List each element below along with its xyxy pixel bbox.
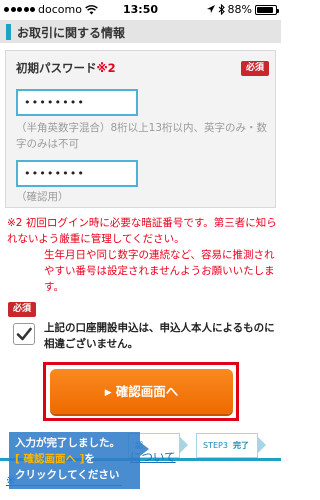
tooltip-line-2: [ 確認画面へ ]を	[15, 451, 134, 467]
confirm-button-label: 確認画面へ	[115, 384, 179, 399]
required-badge: 必須	[240, 61, 269, 76]
location-icon	[206, 4, 215, 13]
password-field[interactable]: ••••••••	[16, 89, 138, 116]
step-3-label: 完了	[233, 441, 250, 450]
consent-required-badge: 必須	[8, 302, 37, 317]
battery-percent: 88%	[227, 3, 252, 16]
battery-icon	[255, 4, 279, 15]
step-arrow-icon	[258, 437, 266, 453]
tooltip-highlight: [ 確認画面へ ]	[15, 453, 85, 465]
password-confirm-hint: （確認用）	[16, 191, 69, 203]
checkmark-icon	[16, 327, 32, 341]
tooltip-line-2-rest: を	[84, 453, 95, 465]
password-box: 初期パスワード※2 必須 •••••••• （半角英数字混合）8桁以上13桁以内…	[5, 50, 276, 208]
section-title: お取引に関する情報	[17, 26, 126, 40]
confirm-button[interactable]: ▶ 確認画面へ	[50, 369, 233, 414]
section-accent-bar	[6, 24, 11, 40]
play-arrow-icon: ▶	[104, 388, 112, 398]
notice-line-1: ※2 初回ログイン時に必要な暗証番号です。第三者に知られないよう厳重に管理してく…	[7, 217, 277, 245]
password-label-note: ※2	[96, 61, 116, 75]
consent-row[interactable]: 上記の口座開設申込は、申込人本人によるものに相違ございません。	[7, 318, 277, 358]
step-arrow-icon	[180, 437, 188, 453]
password-box-header: 初期パスワード※2 必須	[6, 51, 275, 81]
status-bar: docomo 13:50 88%	[0, 0, 281, 20]
tooltip-arrow	[140, 442, 149, 456]
password-label: 初期パスワード※2	[16, 60, 116, 76]
notice-line-2: 生年月日や同じ数字の連続など、容易に推測されやすい番号は設定されませんようお願い…	[44, 249, 275, 293]
password-notice: ※2 初回ログイン時に必要な暗証番号です。第三者に知られないよう厳重に管理してく…	[7, 215, 277, 295]
confirm-highlight-frame: ▶ 確認画面へ	[43, 362, 239, 421]
section-header: お取引に関する情報	[0, 20, 281, 43]
bluetooth-icon	[218, 4, 225, 15]
guide-tooltip: 入力が完了しました。 [ 確認画面へ ]を クリックしてください	[9, 432, 149, 489]
tooltip-line-1: 入力が完了しました。	[15, 437, 120, 449]
tooltip-line-3: クリックしてください	[15, 469, 120, 481]
battery-level	[257, 6, 273, 13]
step-3-number: STEP3	[203, 441, 228, 450]
password-hint: （半角英数字混合）8桁以上13桁以内、英字のみ・数字のみは不可	[16, 122, 268, 150]
password-confirm-field[interactable]: ••••••••	[16, 160, 138, 187]
consent-text: 上記の口座開設申込は、申込人本人によるものに相違ございません。	[44, 322, 275, 350]
password-label-text: 初期パスワード	[16, 61, 97, 75]
step-3: STEP3 完了	[196, 433, 258, 458]
status-right: 88%	[206, 3, 279, 16]
consent-checkbox[interactable]	[13, 323, 35, 345]
